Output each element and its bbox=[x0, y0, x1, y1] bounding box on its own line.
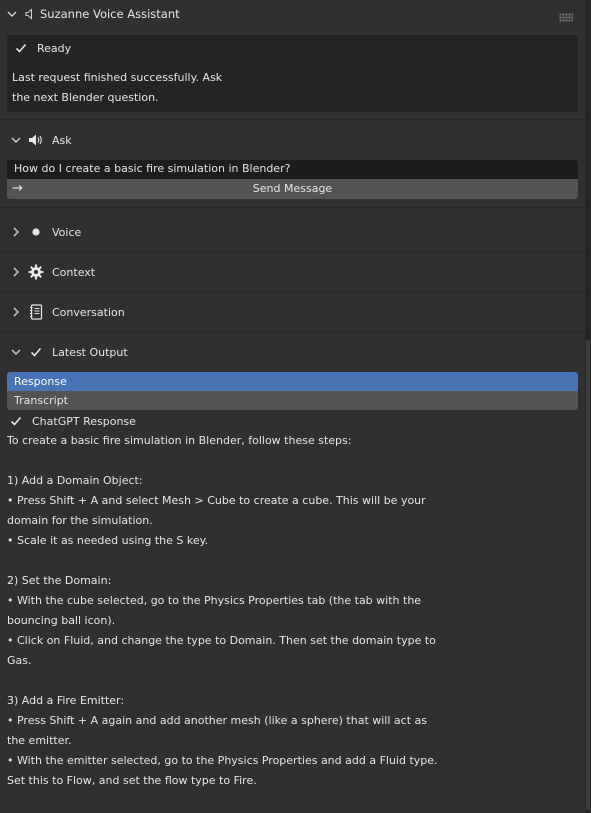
tab-label: Response bbox=[14, 375, 67, 388]
section-title: Latest Output bbox=[52, 345, 128, 359]
response-line: • Click on Fluid, and change the type to… bbox=[7, 634, 436, 647]
section-voice-header[interactable]: Voice bbox=[0, 222, 585, 242]
scrollbar[interactable] bbox=[585, 0, 591, 813]
panel-title: Suzanne Voice Assistant bbox=[40, 7, 180, 21]
section-ask-header[interactable]: Ask bbox=[0, 130, 585, 150]
response-line: domain for the simulation. bbox=[7, 514, 153, 527]
tab-label: Transcript bbox=[14, 394, 68, 407]
chevron-down-icon[interactable] bbox=[10, 134, 22, 146]
status-message-line: Last request finished successfully. Ask bbox=[12, 71, 223, 84]
section-latest-output-header[interactable]: Latest Output bbox=[0, 342, 585, 362]
section-conversation-header[interactable]: Conversation bbox=[0, 302, 585, 322]
gear-icon bbox=[28, 264, 44, 280]
check-icon bbox=[10, 415, 22, 427]
response-line: • Press Shift + A and select Mesh > Cube… bbox=[7, 494, 426, 507]
check-icon bbox=[15, 42, 27, 54]
chevron-down-icon[interactable] bbox=[10, 346, 22, 358]
section-context-header[interactable]: Context bbox=[0, 262, 585, 282]
response-line: Gas. bbox=[7, 654, 32, 667]
response-line: bouncing ball icon). bbox=[7, 614, 116, 627]
status-message-line: the next Blender question. bbox=[12, 91, 159, 104]
response-line: • Press Shift + A again and add another … bbox=[7, 714, 427, 727]
chevron-right-icon[interactable] bbox=[10, 226, 22, 238]
response-line: the emitter. bbox=[7, 734, 72, 747]
assistant-panel: Suzanne Voice Assistant Ready Last reque… bbox=[0, 0, 585, 813]
divider bbox=[0, 207, 585, 208]
send-message-label: Send Message bbox=[252, 182, 333, 195]
chevron-right-icon[interactable] bbox=[10, 306, 22, 318]
response-line: • Scale it as needed using the S key. bbox=[7, 534, 209, 547]
response-line: • With the emitter selected, go to the P… bbox=[7, 754, 438, 767]
response-line: 3) Add a Fire Emitter: bbox=[7, 694, 125, 707]
panel-header[interactable]: Suzanne Voice Assistant bbox=[0, 4, 585, 24]
status-box: Ready Last request finished successfully… bbox=[7, 35, 578, 112]
check-icon bbox=[30, 346, 42, 358]
response-line: 2) Set the Domain: bbox=[7, 574, 112, 587]
response-line: • With the cube selected, go to the Phys… bbox=[7, 594, 422, 607]
tab-response[interactable]: Response bbox=[7, 372, 578, 391]
response-header-label: ChatGPT Response bbox=[32, 414, 136, 428]
divider bbox=[0, 251, 585, 252]
send-message-button[interactable]: → Send Message bbox=[7, 179, 578, 199]
speaker-icon bbox=[28, 133, 44, 147]
scrollbar-thumb[interactable] bbox=[586, 340, 590, 810]
grip-icon[interactable] bbox=[559, 13, 573, 22]
dot-icon bbox=[30, 226, 42, 238]
chevron-right-icon[interactable] bbox=[10, 266, 22, 278]
book-icon bbox=[29, 304, 43, 320]
divider bbox=[0, 119, 585, 120]
response-line: 1) Add a Domain Object: bbox=[7, 474, 143, 487]
speaker-icon bbox=[24, 8, 36, 20]
tab-transcript[interactable]: Transcript bbox=[7, 391, 578, 410]
status-label: Ready bbox=[37, 42, 72, 55]
question-input[interactable]: How do I create a basic fire simulation … bbox=[7, 160, 578, 179]
arrow-right-icon: → bbox=[12, 181, 23, 196]
section-title: Voice bbox=[52, 225, 82, 239]
question-input-value: How do I create a basic fire simulation … bbox=[14, 162, 291, 175]
section-title: Context bbox=[52, 265, 96, 279]
section-title: Conversation bbox=[52, 305, 125, 319]
response-header: ChatGPT Response bbox=[0, 411, 585, 431]
chevron-down-icon[interactable] bbox=[6, 8, 18, 20]
section-title: Ask bbox=[52, 133, 72, 147]
response-line: Set this to Flow, and set the flow type … bbox=[7, 774, 257, 787]
divider bbox=[0, 331, 585, 332]
divider bbox=[0, 291, 585, 292]
response-line: To create a basic fire simulation in Ble… bbox=[7, 434, 352, 447]
